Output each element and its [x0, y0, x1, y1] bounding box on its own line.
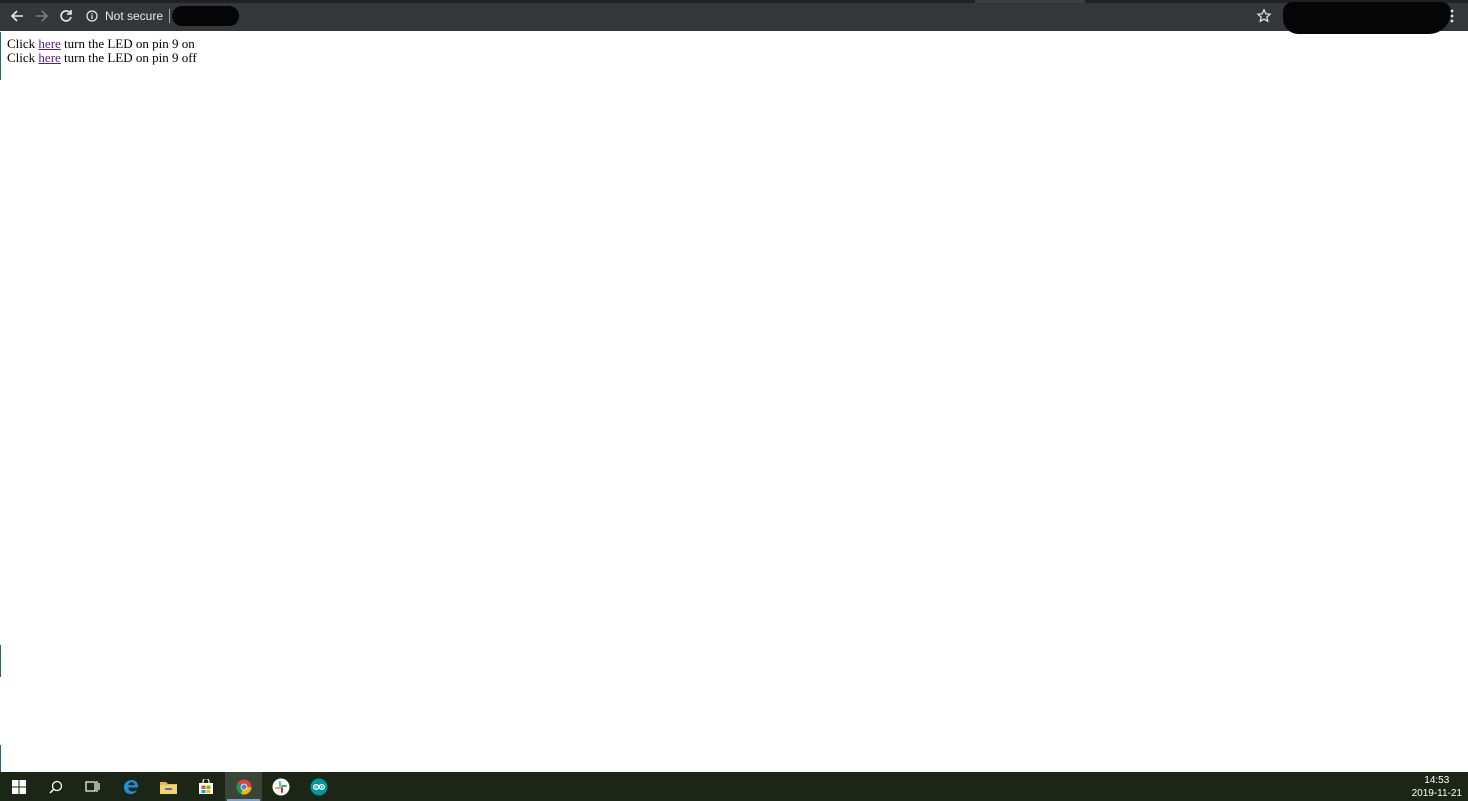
page-content: Click here turn the LED on pin 9 on Clic… [7, 37, 197, 65]
start-button[interactable] [0, 772, 37, 801]
task-view-icon [85, 781, 100, 792]
redacted-extensions [1283, 2, 1451, 34]
active-tab[interactable] [975, 0, 1085, 3]
security-label[interactable]: Not secure [105, 9, 163, 23]
system-clock[interactable]: 14:53 2019-11-21 [1412, 774, 1462, 800]
line-prefix: Click [7, 36, 39, 51]
arduino-button[interactable] [300, 772, 337, 801]
taskbar: 14:53 2019-11-21 [0, 772, 1468, 801]
edge-button[interactable] [112, 772, 149, 801]
arduino-icon [310, 778, 327, 795]
store-button[interactable] [187, 772, 224, 801]
window-edge [0, 32, 1, 80]
search-button[interactable] [37, 772, 74, 801]
reload-button[interactable] [57, 7, 75, 25]
chrome-icon [236, 779, 252, 795]
star-icon [1256, 8, 1272, 23]
led-off-line: Click here turn the LED on pin 9 off [7, 51, 197, 65]
redacted-url [172, 6, 239, 26]
folder-icon [160, 781, 177, 794]
bookmark-star-button[interactable] [1256, 8, 1272, 24]
line-suffix: turn the LED on pin 9 on [60, 36, 195, 51]
tab-strip [0, 0, 1468, 3]
omnibox-divider [169, 9, 171, 23]
info-icon [86, 10, 98, 22]
store-icon [198, 778, 213, 794]
windows-logo-icon [11, 779, 26, 794]
browser-menu-button[interactable] [1446, 8, 1458, 24]
forward-button[interactable] [33, 7, 51, 25]
led-off-link[interactable]: here [38, 50, 60, 65]
back-button[interactable] [8, 7, 26, 25]
file-explorer-button[interactable] [150, 772, 187, 801]
line-suffix: turn the LED on pin 9 off [60, 50, 197, 65]
window-edge [0, 645, 1, 677]
led-on-link[interactable]: here [38, 36, 60, 51]
clock-time: 14:53 [1424, 775, 1450, 786]
reload-icon [60, 10, 72, 22]
search-icon [48, 780, 62, 794]
more-vert-icon [1450, 9, 1454, 23]
slack-icon [272, 778, 289, 795]
chrome-button[interactable] [225, 772, 262, 801]
slack-button[interactable] [262, 772, 299, 801]
line-prefix: Click [7, 50, 39, 65]
clock-date: 2019-11-21 [1411, 788, 1462, 799]
arrow-right-icon [36, 10, 49, 22]
arrow-left-icon [10, 10, 23, 22]
browser-toolbar: Not secure [0, 0, 1468, 34]
led-on-line: Click here turn the LED on pin 9 on [7, 37, 197, 51]
address-bar[interactable]: Not secure [86, 6, 171, 26]
task-view-button[interactable] [74, 772, 111, 801]
edge-icon [123, 779, 138, 794]
window-edge [0, 745, 1, 772]
